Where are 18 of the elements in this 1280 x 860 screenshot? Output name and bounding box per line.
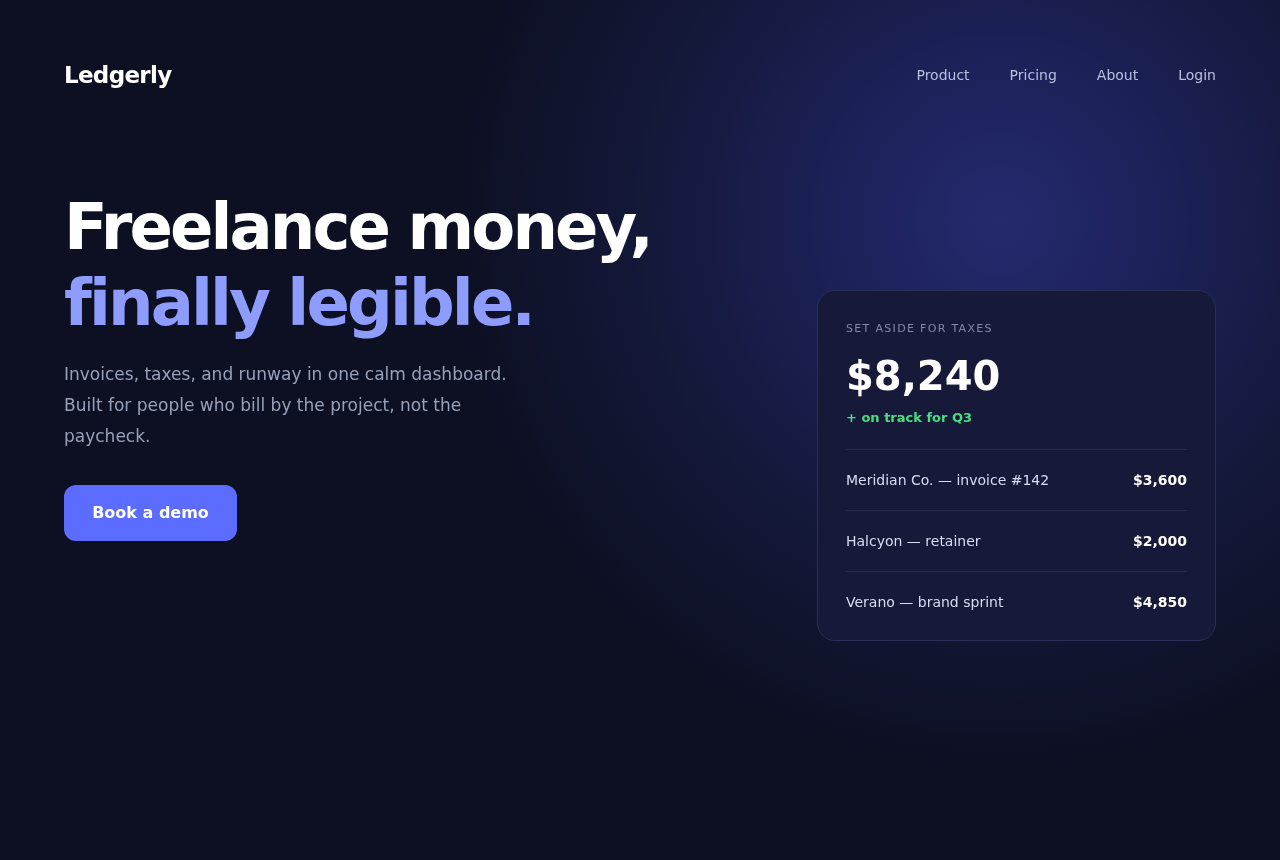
hero-subtitle: Invoices, taxes, and runway in one calm dashboard. Built for people who bill by the project, not the paycheck. xyxy=(64,363,508,448)
hero-headline: Freelance money, xyxy=(64,189,651,265)
brand-logo[interactable]: Ledgerly xyxy=(64,57,172,93)
invoice-amount: $2,000 xyxy=(1132,531,1187,551)
hero-headline-accent: finally legible. xyxy=(64,265,533,341)
invoice-description: Meridian Co. — invoice #142 xyxy=(846,470,1050,490)
nav-link[interactable]: Login xyxy=(1178,64,1216,86)
invoice-description: Verano — brand sprint xyxy=(846,592,1004,612)
status-text: + on track for Q3 xyxy=(846,408,973,427)
invoice-amount: $4,850 xyxy=(1132,592,1187,612)
nav-link[interactable]: Pricing xyxy=(1009,64,1057,86)
invoice-amount: $3,600 xyxy=(1132,470,1187,490)
tax-amount: $8,240 xyxy=(846,351,1001,400)
invoice-description: Halcyon — retainer xyxy=(846,531,981,551)
book-demo-button[interactable]: Book a demo xyxy=(64,485,237,541)
card-label: SET ASIDE FOR TAXES xyxy=(846,321,993,337)
nav-link[interactable]: About xyxy=(1096,64,1139,86)
nav-link[interactable]: Product xyxy=(916,64,970,86)
